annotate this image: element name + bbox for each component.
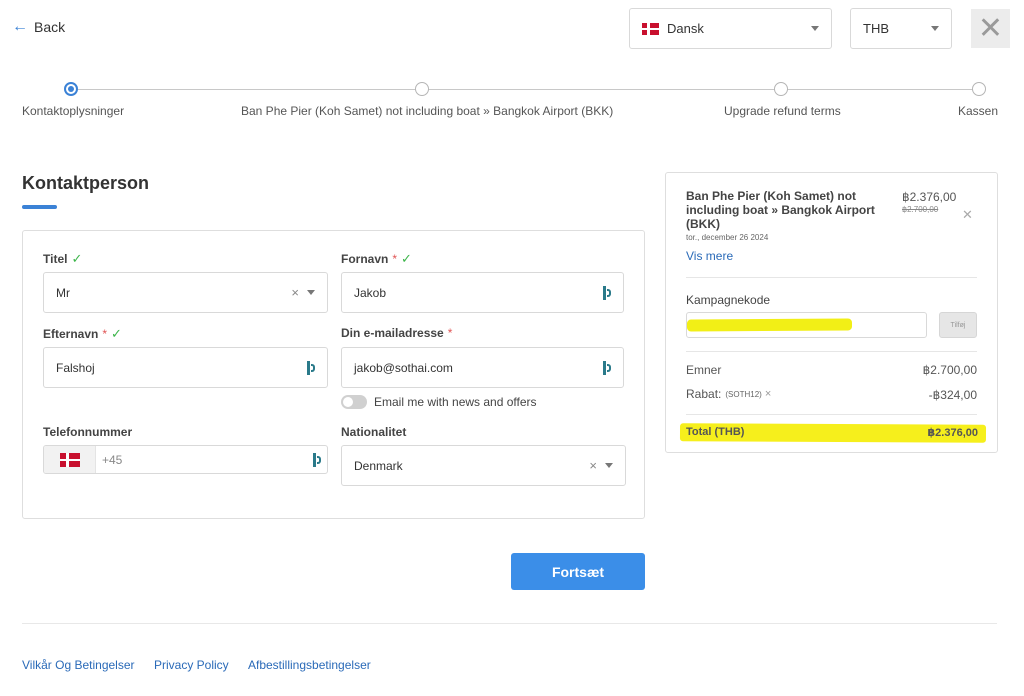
nationalitet-label-text: Nationalitet [341, 425, 407, 439]
email-value: jakob@sothai.com [354, 360, 453, 375]
footer-divider [22, 623, 997, 624]
required-marker: * [102, 327, 108, 341]
continue-button[interactable]: Fortsæt [511, 553, 645, 590]
step-3-indicator [774, 82, 788, 96]
promo-code-input[interactable] [686, 312, 927, 338]
telefon-label-text: Telefonnummer [43, 425, 133, 439]
newsletter-row: Email me with news and offers [341, 395, 537, 409]
trip-old-price: ฿2.700,00 [902, 205, 939, 214]
titel-select[interactable]: Mr × [43, 272, 328, 313]
denmark-flag-icon [59, 452, 80, 467]
step-2-label: Ban Phe Pier (Koh Samet) not including b… [241, 104, 614, 118]
email-label-text: Din e-mailadresse [341, 326, 444, 340]
telefon-label: Telefonnummer [43, 425, 132, 439]
titel-label-text: Titel [43, 252, 68, 266]
apply-promo-button[interactable]: Tilføj [939, 312, 977, 338]
efternavn-value: Falshoj [56, 360, 95, 375]
step-1-label: Kontaktoplysninger [22, 104, 125, 118]
clear-icon[interactable]: × [589, 458, 597, 473]
efternavn-input[interactable]: Falshoj [43, 347, 328, 388]
check-icon: ✓ [111, 326, 122, 341]
items-label: Emner [686, 363, 722, 377]
chevron-down-icon [307, 290, 315, 295]
stepper-track [71, 89, 979, 90]
trip-price: ฿2.376,00 [902, 190, 957, 204]
discount-value: -฿324,00 [928, 388, 977, 402]
footer-link-cancellation[interactable]: Afbestillingsbetingelser [248, 658, 371, 672]
remove-item-icon[interactable]: ✕ [962, 207, 973, 223]
email-label: Din e-mailadresse * [341, 326, 452, 340]
highlight-mark [687, 318, 853, 332]
fornavn-label: Fornavn * ✓ [341, 251, 412, 267]
autofill-icon[interactable] [603, 285, 611, 300]
email-field[interactable]: jakob@sothai.com [341, 347, 624, 388]
nationalitet-label: Nationalitet [341, 425, 406, 439]
step-3-label: Upgrade refund terms [724, 104, 841, 118]
discount-code: (SOTH12) [725, 389, 762, 399]
trip-title: Ban Phe Pier (Koh Samet) not including b… [686, 189, 875, 231]
country-code-select[interactable] [44, 446, 96, 473]
efternavn-label: Efternavn * ✓ [43, 326, 122, 342]
footer-link-terms[interactable]: Vilkår Og Betingelser [22, 658, 135, 672]
divider [686, 351, 977, 352]
step-4-indicator [972, 82, 986, 96]
step-2-indicator [415, 82, 429, 96]
phone-field[interactable]: +45 [43, 445, 328, 474]
autofill-icon[interactable] [313, 452, 321, 467]
back-label: Back [34, 19, 66, 35]
titel-label: Titel ✓ [43, 251, 82, 267]
items-value: ฿2.700,00 [922, 363, 977, 377]
check-icon: ✓ [401, 251, 412, 266]
total-value: ฿2.376,00 [927, 427, 978, 439]
step-4-label: Kassen [958, 104, 999, 118]
section-title: Kontaktperson [22, 173, 150, 193]
divider [686, 277, 977, 278]
language-value: Dansk [667, 21, 704, 36]
nationalitet-value: Denmark [354, 458, 403, 473]
fornavn-input[interactable]: Jakob [341, 272, 624, 313]
titel-controls: × [291, 285, 315, 300]
newsletter-label: Email me with news and offers [374, 395, 537, 409]
language-select[interactable]: Dansk [629, 8, 832, 49]
footer-link-privacy[interactable]: Privacy Policy [154, 658, 229, 672]
fornavn-label-text: Fornavn [341, 252, 389, 266]
autofill-icon[interactable] [603, 360, 611, 375]
chevron-down-icon [605, 463, 613, 468]
fornavn-value: Jakob [354, 285, 387, 300]
clear-icon[interactable]: × [291, 285, 299, 300]
step-1-indicator [64, 82, 78, 96]
discount-label: Rabat: [686, 387, 722, 401]
currency-value: THB [863, 21, 889, 36]
close-button[interactable]: ✕ [971, 9, 1010, 48]
nationalitet-select[interactable]: Denmark × [341, 445, 626, 486]
newsletter-toggle[interactable] [341, 395, 367, 409]
arrow-left-icon: ← [12, 18, 28, 35]
order-summary: Ban Phe Pier (Koh Samet) not including b… [665, 172, 998, 453]
required-marker: * [447, 326, 453, 340]
discount-row: Rabat: (SOTH12) × [686, 387, 771, 401]
remove-discount-icon[interactable]: × [765, 388, 771, 400]
promo-code-label: Kampagnekode [686, 293, 771, 307]
title-underline [22, 205, 57, 209]
chevron-down-icon [931, 26, 939, 31]
chevron-down-icon [811, 26, 819, 31]
nationalitet-controls: × [589, 458, 613, 473]
phone-placeholder: +45 [102, 452, 123, 467]
currency-select[interactable]: THB [850, 8, 952, 49]
close-icon: ✕ [977, 12, 1004, 45]
denmark-flag-icon [642, 22, 659, 35]
total-label: Total (THB) [686, 426, 745, 438]
titel-value: Mr [56, 285, 70, 300]
divider [686, 414, 977, 415]
back-link[interactable]: ← Back [12, 18, 66, 36]
trip-date: tor., december 26 2024 [686, 233, 769, 242]
check-icon: ✓ [71, 251, 83, 266]
contact-form: Titel ✓ Mr × Fornavn * ✓ Jakob Efternavn… [22, 230, 645, 519]
autofill-icon[interactable] [307, 360, 315, 375]
show-more-link[interactable]: Vis mere [686, 249, 733, 263]
efternavn-label-text: Efternavn [43, 327, 99, 341]
required-marker: * [392, 252, 398, 266]
